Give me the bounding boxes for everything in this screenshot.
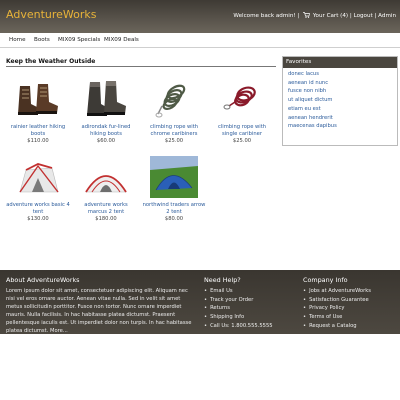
footer-company-title: Company Info [303,276,348,284]
nav-item-boots[interactable]: Boots [34,37,50,43]
product-name[interactable]: adirondak fur-lined hiking boots [74,124,138,137]
favorites-item[interactable]: fusce non nibh [288,87,392,96]
product-name[interactable]: adventure works marcus 2 tent [74,202,138,215]
footer-link[interactable]: Request a Catalog [303,322,371,331]
favorites-item[interactable]: aenean id nunc [288,79,392,88]
account-bar: Welcome back admin! | Your Cart (4) | Lo… [233,12,396,19]
product-card[interactable]: climbing rope with chrome caribiners $25… [142,78,206,144]
welcome-text: Welcome back admin! [233,13,296,19]
arrow-tent-image[interactable] [150,156,198,198]
logout-link[interactable]: Logout [354,13,373,19]
main-nav: Home Boots MIX09 Specials MIX09 Deals [0,34,400,48]
fur-lined-boots-image[interactable] [82,78,130,120]
footer-about: About AdventureWorks Lorem ipsum dolor s… [6,276,194,335]
product-name[interactable]: northwind traders arrow 2 tent [142,202,206,215]
product-card[interactable]: adventure works marcus 2 tent $180.00 [74,156,138,222]
separator: | [374,13,377,19]
cart-link[interactable]: Your Cart (4) [313,13,348,19]
site-logo[interactable]: AdventureWorks [6,8,96,21]
footer-company: Company Info Jobs at AdventureWorks Sati… [303,276,371,331]
divider [6,66,276,67]
favorites-item[interactable]: donec lacus [288,70,392,79]
footer-link[interactable]: Email Us [204,287,273,296]
footer-about-title: About AdventureWorks [6,276,80,284]
product-name[interactable]: climbing rope with chrome caribiners [142,124,206,137]
footer-link[interactable]: Satisfaction Guarantee [303,296,371,305]
product-card[interactable]: climbing rope with single caribiner $25.… [210,78,274,144]
favorites-item[interactable]: aenean hendrerit [288,114,392,123]
climbing-rope-single-image[interactable] [218,78,266,120]
product-price: $25.00 [232,138,252,144]
product-name[interactable]: climbing rope with single caribiner [210,124,274,137]
climbing-rope-chrome-image[interactable] [150,78,198,120]
product-price: $60.00 [96,138,116,144]
footer-link[interactable]: Privacy Policy [303,304,371,313]
footer-link[interactable]: Returns [204,304,273,313]
favorites-panel: Favorites donec lacus aenean id nunc fus… [282,56,398,146]
separator: | [297,13,300,19]
product-price: $110.00 [27,138,49,144]
footer-company-list: Jobs at AdventureWorks Satisfaction Guar… [303,287,371,331]
footer-link[interactable]: Track your Order [204,296,273,305]
product-name[interactable]: adventure works basic 4 tent [6,202,70,215]
site-header: AdventureWorks Welcome back admin! | You… [0,0,400,33]
nav-item-mix09-specials[interactable]: MIX09 Specials [58,37,100,43]
separator: | [349,13,352,19]
product-card[interactable]: adventure works basic 4 tent $130.00 [6,156,70,222]
footer-help-title: Need Help? [204,276,241,284]
footer-link[interactable]: Jobs at AdventureWorks [303,287,371,296]
marcus-tent-image[interactable] [82,156,130,198]
hiking-boots-image[interactable] [14,78,62,120]
favorites-title: Favorites [283,57,397,68]
basic-tent-image[interactable] [14,156,62,198]
footer-link[interactable]: Call Us: 1.800.555.5555 [204,322,272,331]
section-title: Keep the Weather Outside [6,58,96,65]
nav-item-mix09-deals[interactable]: MIX09 Deals [104,37,139,43]
footer-help-list: Email Us Track your Order Returns Shippi… [204,287,273,331]
footer-link[interactable]: Shipping Info [204,313,273,322]
favorites-item[interactable]: ut aliquet dictum [288,96,392,105]
product-card[interactable]: rainier leather hiking boots $110.00 [6,78,70,144]
product-name[interactable]: rainier leather hiking boots [6,124,70,137]
product-price: $130.00 [27,216,49,222]
admin-link[interactable]: Admin [378,13,396,19]
product-price: $180.00 [95,216,117,222]
nav-item-home[interactable]: Home [9,37,26,43]
favorites-item[interactable]: etiam eu est [288,105,392,114]
cart-icon [303,12,310,18]
favorites-list: donec lacus aenean id nunc fusce non nib… [283,68,397,133]
product-card[interactable]: adirondak fur-lined hiking boots $60.00 [74,78,138,144]
footer-link[interactable]: Terms of Use [303,313,371,322]
site-footer: About AdventureWorks Lorem ipsum dolor s… [0,270,400,334]
product-price: $80.00 [164,216,184,222]
product-price: $25.00 [164,138,184,144]
footer-about-text: Lorem ipsum dolor sit amet, consectetuer… [6,288,192,334]
product-card[interactable]: northwind traders arrow 2 tent $80.00 [142,156,206,222]
footer-help: Need Help? Email Us Track your Order Ret… [204,276,273,331]
favorites-item[interactable]: maecenas dapibus [288,122,392,131]
